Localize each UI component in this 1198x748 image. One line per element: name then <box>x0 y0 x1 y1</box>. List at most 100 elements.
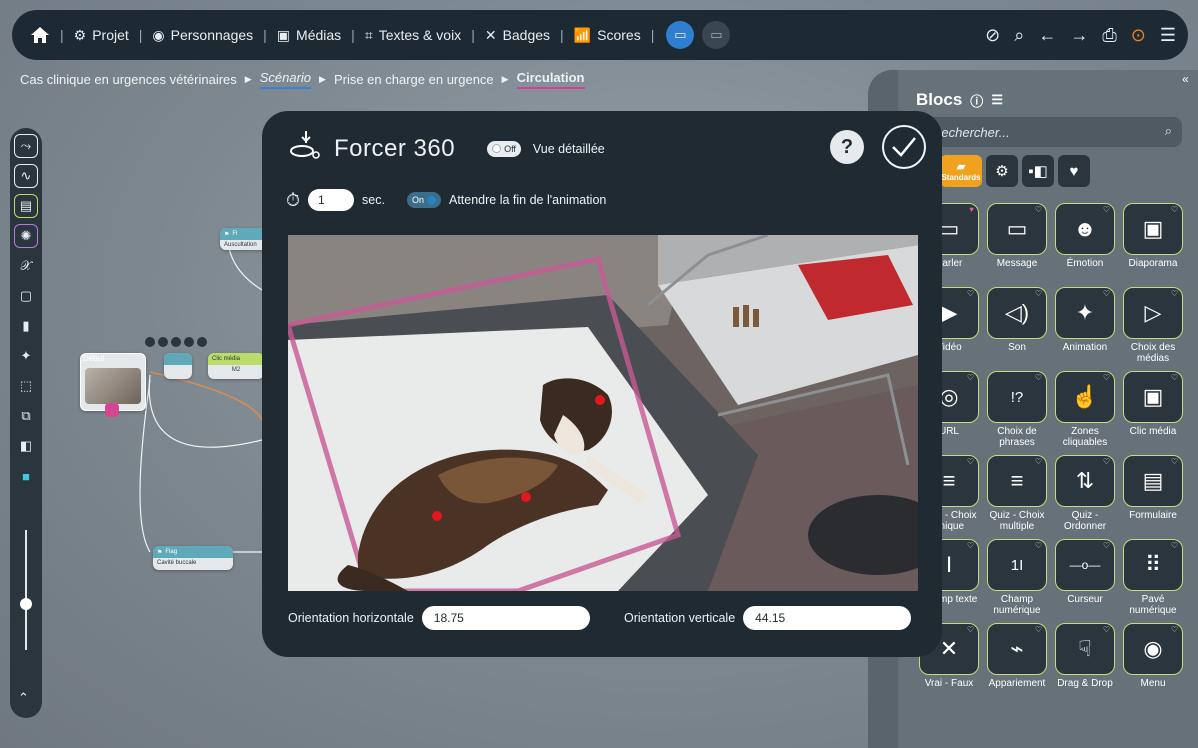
frame-icon[interactable]: ▢ <box>14 284 38 308</box>
collapse-panel-icon[interactable]: « <box>1182 72 1189 86</box>
favorite-heart-icon[interactable]: ♡ <box>967 289 974 298</box>
favorite-heart-icon[interactable]: ♡ <box>967 373 974 382</box>
favorite-heart-icon[interactable]: ♡ <box>967 625 974 634</box>
brain-icon[interactable]: ✺ <box>14 224 38 248</box>
arrow-right-icon[interactable]: → <box>1070 25 1088 46</box>
block-appariement[interactable]: ⌁ ♡ Appariement <box>986 623 1048 705</box>
panorama-360-viewport[interactable] <box>288 235 918 591</box>
variable-icon[interactable]: 𝒳 <box>14 254 38 278</box>
nav-personnages[interactable]: ◉ Personnages <box>146 27 259 44</box>
graph-node-clic-media[interactable]: Clic média M2 <box>208 353 264 379</box>
nav-scores[interactable]: 📶 Scores <box>568 27 647 44</box>
color-swatch-icon[interactable]: ■ <box>14 464 38 488</box>
arrow-left-icon[interactable]: ← <box>1038 25 1056 46</box>
tab-gear[interactable]: ⚙ <box>986 155 1018 187</box>
image-view-button[interactable]: ▭ <box>702 21 731 49</box>
favorite-heart-icon[interactable]: ♡ <box>1171 373 1178 382</box>
graph-node-flag[interactable]: ⚑ Flag Cavité buccale <box>153 546 233 570</box>
block-menu[interactable]: ◉ ♡ Menu <box>1122 623 1184 705</box>
block-curseur[interactable]: —o— ♡ Curseur <box>1054 539 1116 621</box>
favorite-heart-icon[interactable]: ♡ <box>1171 289 1178 298</box>
menu-icon[interactable]: ☰ <box>1160 25 1176 46</box>
favorite-heart-icon[interactable]: ♡ <box>1035 625 1042 634</box>
help-button[interactable]: ? <box>830 130 864 164</box>
collapse-up-icon[interactable]: ⌃ <box>18 690 29 706</box>
game-icon[interactable]: ✦ <box>14 344 38 368</box>
block-choix-de-phrases[interactable]: !? ♡ Choix de phrases <box>986 371 1048 453</box>
layers-icon[interactable]: ◧ <box>14 434 38 458</box>
nav-badges[interactable]: ✕ Badges <box>479 27 556 44</box>
block-quiz-choix-multiple[interactable]: ≡ ♡ Quiz - Choix multiple <box>986 455 1048 537</box>
nav-projet[interactable]: ⚙ Projet <box>68 27 135 44</box>
wait-animation-toggle[interactable]: On <box>406 192 441 208</box>
home-icon[interactable] <box>24 26 56 44</box>
favorite-heart-icon[interactable]: ♡ <box>1035 457 1042 466</box>
info-icon[interactable] <box>158 337 168 347</box>
duplicate-icon[interactable]: ⧉ <box>14 404 38 428</box>
scenario-view-button[interactable]: ▭ <box>666 21 695 49</box>
favorite-heart-icon[interactable]: ♡ <box>1103 373 1110 382</box>
block-animation[interactable]: ✦ ♡ Animation <box>1054 287 1116 369</box>
tab-favorites[interactable]: ♥ <box>1058 155 1090 187</box>
favorite-heart-icon[interactable]: ♡ <box>1103 457 1110 466</box>
blocs-search-input[interactable]: Rechercher... ⌕ <box>916 117 1182 147</box>
favorite-heart-icon[interactable]: ♡ <box>1035 289 1042 298</box>
block-message[interactable]: ▭ ♡ Message <box>986 203 1048 285</box>
vertical-orientation-input[interactable]: 44.15 <box>743 606 912 630</box>
zoom-slider-knob[interactable] <box>20 598 32 610</box>
select-area-icon[interactable]: ⬚ <box>14 374 38 398</box>
block-quiz-ordonner[interactable]: ⇅ ♡ Quiz - Ordonner <box>1054 455 1116 537</box>
tab-standards[interactable]: ▰ Standards <box>940 155 982 187</box>
tab-layout[interactable]: ▪◧ <box>1022 155 1054 187</box>
favorite-heart-icon[interactable]: ♡ <box>1103 541 1110 550</box>
block--motion[interactable]: ☻ ♡ Émotion <box>1054 203 1116 285</box>
favorite-heart-icon[interactable]: ♡ <box>967 541 974 550</box>
duration-input[interactable]: 1 <box>308 189 355 211</box>
favorite-heart-icon[interactable]: ♡ <box>1103 625 1110 634</box>
block-diaporama[interactable]: ▣ ♡ Diaporama <box>1122 203 1184 285</box>
favorite-heart-icon[interactable]: ♡ <box>1035 541 1042 550</box>
block-champ-num-rique[interactable]: 1I ♡ Champ numérique <box>986 539 1048 621</box>
bookmark-icon[interactable]: ▮ <box>14 314 38 338</box>
block-clic-m-dia[interactable]: ▣ ♡ Clic média <box>1122 371 1184 453</box>
nav-textes-voix[interactable]: ⌗ Textes & voix <box>359 27 467 44</box>
route-icon[interactable]: ⤳ <box>14 134 38 158</box>
search-icon[interactable]: ⌕ <box>1014 25 1024 46</box>
detailed-view-toggle[interactable]: Off <box>487 140 521 157</box>
breadcrumb-current[interactable]: Circulation <box>516 70 585 89</box>
block-son[interactable]: ◁) ♡ Son <box>986 287 1048 369</box>
close-icon[interactable] <box>197 337 207 347</box>
favorite-heart-icon[interactable]: ♥ <box>969 205 974 214</box>
favorite-heart-icon[interactable]: ♡ <box>1103 205 1110 214</box>
list-view-icon[interactable]: ☰ <box>991 92 1003 108</box>
edit-icon[interactable] <box>145 337 155 347</box>
check-history-icon[interactable]: ⊘ <box>985 25 1000 46</box>
nav-medias[interactable]: ▣ Médias <box>271 27 347 44</box>
info-icon[interactable]: ⓘ <box>970 91 983 110</box>
block-zones-cliquables[interactable]: ☝ ♡ Zones cliquables <box>1054 371 1116 453</box>
graph-node-media[interactable] <box>164 353 192 379</box>
favorite-heart-icon[interactable]: ♡ <box>1035 373 1042 382</box>
breadcrumb-project[interactable]: Cas clinique en urgences vétérinaires <box>20 72 237 87</box>
zoom-slider-track[interactable] <box>25 530 27 650</box>
favorite-heart-icon[interactable]: ♡ <box>1171 457 1178 466</box>
confirm-button[interactable] <box>882 125 926 169</box>
breadcrumb-step[interactable]: Prise en charge en urgence <box>334 72 494 87</box>
block-formulaire[interactable]: ▤ ♡ Formulaire <box>1122 455 1184 537</box>
favorite-heart-icon[interactable]: ♡ <box>1103 289 1110 298</box>
block-drag-drop[interactable]: ☟ ♡ Drag & Drop <box>1054 623 1116 705</box>
play-icon[interactable]: ⊙ <box>1131 25 1146 46</box>
favorite-heart-icon[interactable]: ♡ <box>1171 205 1178 214</box>
message-block-icon[interactable]: ▤ <box>14 194 38 218</box>
search-icon[interactable]: ⌕ <box>1165 123 1172 139</box>
block-pav-num-rique[interactable]: ⠿ ♡ Pavé numérique <box>1122 539 1184 621</box>
block-choix-des-m-dias[interactable]: ▷ ♡ Choix des médias <box>1122 287 1184 369</box>
copy-icon[interactable] <box>171 337 181 347</box>
breadcrumb-scenario[interactable]: Scénario <box>259 70 312 89</box>
horizontal-orientation-input[interactable]: 18.75 <box>421 606 590 630</box>
favorite-heart-icon[interactable]: ♡ <box>1171 541 1178 550</box>
favorite-heart-icon[interactable]: ♡ <box>1171 625 1178 634</box>
wave-icon[interactable]: ∿ <box>14 164 38 188</box>
clipboard-icon[interactable]: ⎙ <box>1102 25 1116 46</box>
favorite-heart-icon[interactable]: ♡ <box>967 457 974 466</box>
